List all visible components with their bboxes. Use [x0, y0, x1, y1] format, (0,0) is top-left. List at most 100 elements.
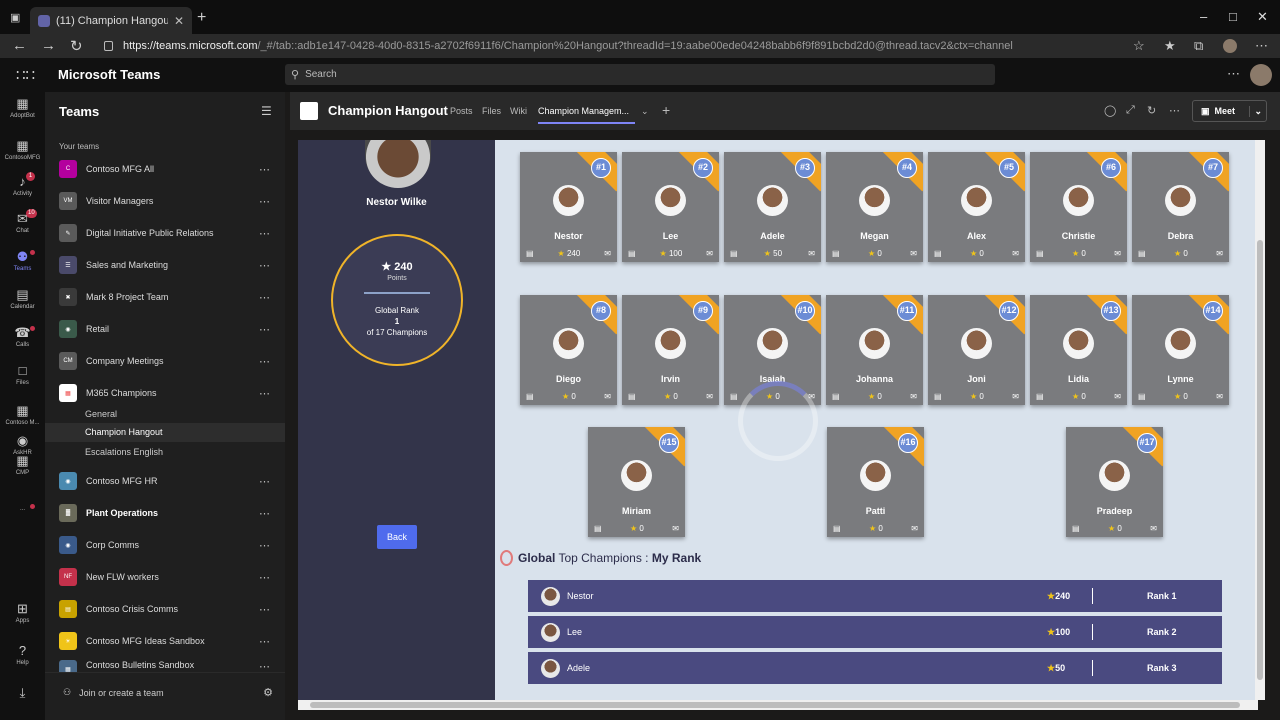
rail-item-files[interactable]: □ Files — [0, 364, 45, 387]
mail-icon[interactable]: ✉ — [604, 249, 611, 258]
chat-icon[interactable]: ▤ — [594, 524, 602, 533]
team-item[interactable]: ▓ Plant Operations ⋯ — [45, 500, 285, 526]
team-item[interactable]: ☀ Contoso MFG Ideas Sandbox ⋯ — [45, 628, 285, 654]
mail-icon[interactable]: ✉ — [1216, 392, 1223, 401]
champion-card[interactable]: #8 Diego ▤ ★ 0 ✉ — [520, 295, 617, 405]
mail-icon[interactable]: ✉ — [910, 249, 917, 258]
chat-icon[interactable]: ▤ — [526, 249, 534, 258]
team-item[interactable]: CM Company Meetings ⋯ — [45, 348, 285, 374]
mail-icon[interactable]: ✉ — [911, 524, 918, 533]
site-permissions-icon[interactable]: ☆ — [1133, 38, 1145, 54]
mail-icon[interactable]: ✉ — [808, 249, 815, 258]
more-options-icon[interactable]: ⋯ — [259, 660, 285, 672]
rail-item-cmp[interactable]: ▦ CMP — [0, 454, 45, 477]
more-options-icon[interactable]: ⋯ — [259, 195, 285, 208]
mail-icon[interactable]: ✉ — [1012, 392, 1019, 401]
chat-icon[interactable]: ▤ — [934, 392, 942, 401]
chat-icon[interactable]: ▤ — [832, 249, 840, 258]
champion-card[interactable]: #6 Christie ▤ ★ 0 ✉ — [1030, 152, 1127, 262]
mail-icon[interactable]: ✉ — [1012, 249, 1019, 258]
more-options-icon[interactable]: ⋯ — [259, 635, 285, 648]
more-options-icon[interactable]: ⋯ — [259, 539, 285, 552]
vertical-scrollbar[interactable] — [1255, 140, 1265, 700]
meet-button[interactable]: ▣ Meet ⌄ — [1192, 100, 1267, 122]
team-item[interactable]: NF New FLW workers ⋯ — [45, 564, 285, 590]
user-avatar[interactable] — [1250, 64, 1272, 86]
team-item[interactable]: ◉ Contoso MFG HR ⋯ — [45, 468, 285, 494]
app-launcher-icon[interactable]: ∷∷ — [16, 66, 35, 84]
scroll-thumb[interactable] — [1257, 240, 1263, 680]
join-or-create-team[interactable]: ⚇ Join or create a team ⚙ — [45, 672, 285, 712]
team-item[interactable]: C Contoso MFG All ⋯ — [45, 156, 285, 182]
hscroll-thumb[interactable] — [310, 702, 1240, 708]
collections-icon[interactable]: ⧉ — [1194, 38, 1203, 54]
mail-icon[interactable]: ✉ — [1216, 249, 1223, 258]
champion-card[interactable]: #16 Patti ▤ ★ 0 ✉ — [827, 427, 924, 537]
more-options-icon[interactable]: ⋯ — [259, 163, 285, 176]
url-field[interactable]: https://teams.microsoft.com/_#/tab::adb1… — [104, 37, 1154, 55]
team-item[interactable]: ▦ Contoso Bulletins Sandbox ⋯ — [45, 660, 285, 672]
team-item[interactable]: ▦ M365 Champions ⋯ — [45, 380, 285, 406]
more-options-icon[interactable]: ⋯ — [259, 227, 285, 240]
chat-icon[interactable]: ▤ — [628, 249, 636, 258]
forward-arrow-icon[interactable]: → — [41, 37, 56, 54]
mail-icon[interactable]: ✉ — [604, 392, 611, 401]
rail-item-calendar[interactable]: ▤ Calendar — [0, 288, 45, 311]
tab-posts[interactable]: Posts — [450, 106, 473, 116]
settings-more-icon[interactable]: ⋯ — [1227, 66, 1240, 82]
mail-icon[interactable]: ✉ — [1114, 392, 1121, 401]
search-input[interactable]: ⚲ Search — [285, 64, 995, 85]
more-options-icon[interactable]: ⋯ — [259, 571, 285, 584]
more-options-icon[interactable]: ⋯ — [259, 323, 285, 336]
gear-icon[interactable]: ⚙ — [263, 686, 273, 699]
chat-icon[interactable]: ▤ — [1036, 392, 1044, 401]
team-item[interactable]: ◉ Retail ⋯ — [45, 316, 285, 342]
champion-card[interactable]: #9 Irvin ▤ ★ 0 ✉ — [622, 295, 719, 405]
tab-champion-management[interactable]: Champion Managem... — [538, 106, 635, 124]
rail-item-adoptbot[interactable]: ▦ AdoptBot — [0, 97, 45, 120]
rail-item-contosom[interactable]: ▦ Contoso M... — [0, 404, 45, 427]
mail-icon[interactable]: ✉ — [706, 392, 713, 401]
champion-card[interactable]: #1 Nestor ▤ ★ 240 ✉ — [520, 152, 617, 262]
rail-item-activity[interactable]: ♪ Activity 1 — [0, 172, 45, 197]
more-options-icon[interactable]: ⋯ — [259, 507, 285, 520]
conversation-icon[interactable]: ◯ — [1104, 104, 1116, 117]
channel-item[interactable]: Escalations English — [85, 447, 163, 457]
chat-icon[interactable]: ▤ — [526, 392, 534, 401]
rail-item-chat[interactable]: ✉ Chat 10 — [0, 209, 45, 234]
reload-icon[interactable]: ↻ — [1147, 104, 1156, 117]
expand-icon[interactable]: ⤢ — [1126, 104, 1135, 117]
chat-icon[interactable]: ▤ — [1036, 249, 1044, 258]
more-options-icon[interactable]: ⋯ — [259, 259, 285, 272]
team-item[interactable]: ▤ Contoso Crisis Comms ⋯ — [45, 596, 285, 622]
team-item[interactable]: ☰ Sales and Marketing ⋯ — [45, 252, 285, 278]
new-tab-icon[interactable]: + — [197, 9, 206, 27]
mail-icon[interactable]: ✉ — [706, 249, 713, 258]
close-window-icon[interactable]: ✕ — [1257, 9, 1268, 25]
tab-wiki[interactable]: Wiki — [510, 106, 527, 116]
champion-card[interactable]: #4 Megan ▤ ★ 0 ✉ — [826, 152, 923, 262]
more-options-icon[interactable]: ⋯ — [259, 291, 285, 304]
more-options-icon[interactable]: ⋯ — [1169, 104, 1180, 117]
filter-icon[interactable]: ☰ — [261, 104, 272, 118]
mail-icon[interactable]: ✉ — [1150, 524, 1157, 533]
chat-icon[interactable]: ▤ — [833, 524, 841, 533]
more-options-icon[interactable]: ⋯ — [259, 355, 285, 368]
rail-item-calls[interactable]: ☎ Calls — [0, 326, 45, 348]
browser-tab[interactable]: (11) Champion Hangout (M365 … ✕ — [30, 7, 192, 34]
team-item[interactable]: ✖ Mark 8 Project Team ⋯ — [45, 284, 285, 310]
chat-icon[interactable]: ▤ — [1138, 249, 1146, 258]
mail-icon[interactable]: ✉ — [1114, 249, 1121, 258]
channel-item[interactable]: Champion Hangout — [45, 423, 285, 442]
champion-card[interactable]: #13 Lidia ▤ ★ 0 ✉ — [1030, 295, 1127, 405]
chat-icon[interactable]: ▤ — [934, 249, 942, 258]
chat-icon[interactable]: ▤ — [730, 392, 738, 401]
champion-card[interactable]: #3 Adele ▤ ★ 50 ✉ — [724, 152, 821, 262]
back-button[interactable]: Back — [377, 525, 417, 549]
profile-avatar-icon[interactable] — [1223, 39, 1237, 53]
more-options-icon[interactable]: ⋯ — [259, 603, 285, 616]
maximize-icon[interactable]: □ — [1229, 9, 1237, 24]
close-tab-icon[interactable]: ✕ — [174, 14, 184, 28]
rail-item-download[interactable]: ⤓ — [0, 686, 45, 702]
channel-item[interactable]: General — [85, 409, 117, 419]
